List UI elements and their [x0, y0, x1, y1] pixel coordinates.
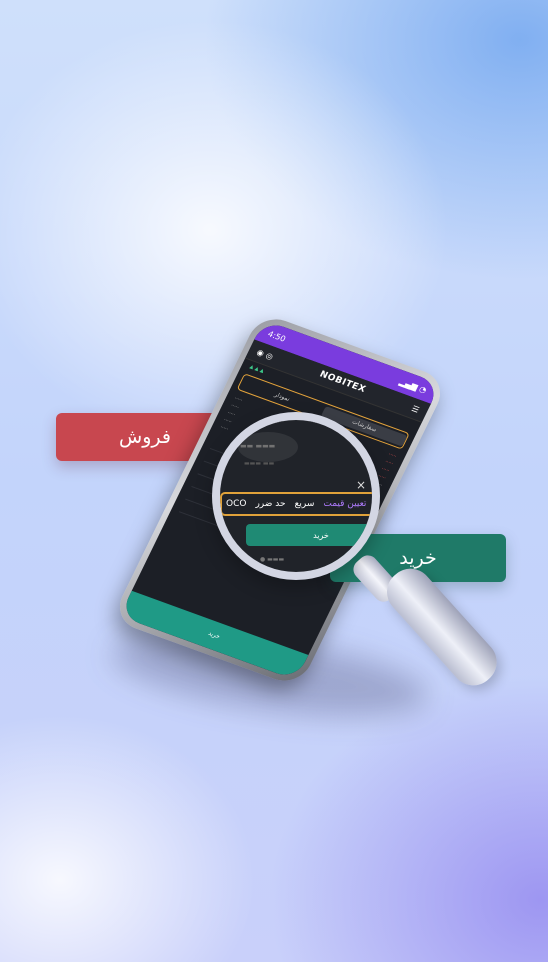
- lens-buy-label: خرید: [313, 530, 329, 540]
- tab-oco[interactable]: OCO: [226, 499, 246, 509]
- status-time: 4:50: [266, 328, 288, 344]
- lens-buy-button[interactable]: خرید: [246, 524, 372, 546]
- tab-quick[interactable]: سریع: [295, 499, 315, 509]
- lens-glare: [238, 432, 298, 462]
- close-icon[interactable]: ×: [356, 478, 366, 492]
- order-type-tabs: OCO حد ضرر سریع تعیین قیمت: [220, 492, 372, 516]
- signal-icon: ▂▄▆ ◔: [398, 376, 429, 395]
- sell-label-text: فروش: [119, 426, 171, 448]
- tab-set-price[interactable]: تعیین قیمت: [323, 499, 366, 509]
- tab-stop-loss[interactable]: حد ضرر: [255, 499, 285, 509]
- buy-label-text: خرید: [399, 547, 437, 569]
- menu-icon[interactable]: ☰: [410, 404, 421, 415]
- magnifier-lens: ▬▬ ▬▬▬ ▬▬▬ ▬▬ × OCO حد ضرر سریع تعیین قی…: [212, 412, 380, 580]
- lens-bottom-text: ● ▬▬▬: [260, 556, 285, 563]
- settings-icon[interactable]: ◉ ◎: [255, 347, 274, 361]
- bottom-buy-label: خرید: [206, 629, 222, 641]
